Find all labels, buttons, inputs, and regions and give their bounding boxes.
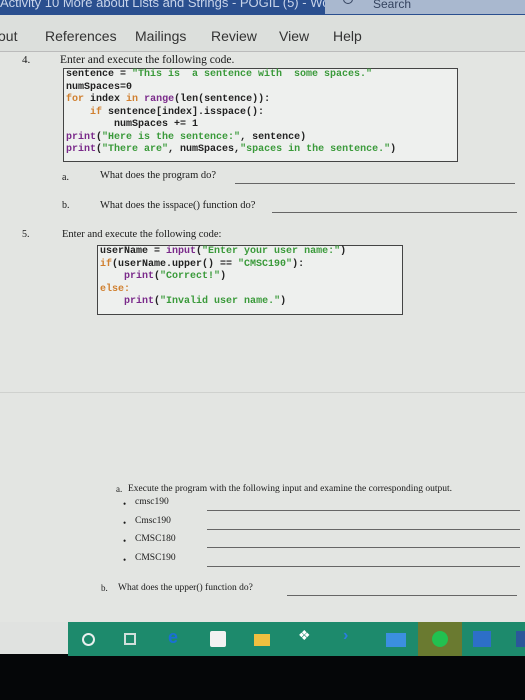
- code-line: print("Correct!"): [124, 271, 227, 282]
- bullet: •: [123, 536, 127, 546]
- vscode-icon[interactable]: ›: [343, 627, 359, 644]
- code-line: sentence = "This is a sentence with some…: [66, 69, 373, 80]
- search-placeholder: Search: [373, 0, 412, 11]
- file-explorer-icon[interactable]: [254, 634, 270, 646]
- bullet: •: [123, 499, 127, 509]
- q5a-text: Execute the program with the following i…: [128, 484, 452, 494]
- code-line: if(userName.upper() == "CMSC190"):: [100, 258, 305, 270]
- q4-prompt: Enter and execute the following code.: [60, 54, 235, 66]
- answer-line[interactable]: [207, 529, 520, 530]
- input-item: CMSC180: [135, 534, 176, 544]
- code-line: numSpaces=0: [66, 81, 133, 93]
- q4a-label: a.: [62, 172, 69, 183]
- cortana-icon[interactable]: [82, 633, 95, 646]
- answer-line[interactable]: [272, 212, 517, 213]
- code-line: print("Here is the sentence:", sentence): [66, 131, 307, 143]
- input-item: Cmsc190: [135, 516, 171, 526]
- q4b-text: What does the isspace() function do?: [100, 200, 256, 211]
- q5-prompt: Enter and execute the following code:: [62, 229, 222, 240]
- search-icon: [343, 0, 353, 4]
- answer-line[interactable]: [235, 183, 515, 184]
- tab-review[interactable]: Review: [211, 28, 257, 44]
- photos-icon[interactable]: [473, 631, 491, 647]
- document-page[interactable]: 4. Enter and execute the following code.…: [0, 52, 525, 622]
- q4b-label: b.: [62, 200, 70, 211]
- page-break: [0, 392, 525, 393]
- code-line: userName = input("Enter your user name:"…: [100, 246, 347, 257]
- spotify-tile: [418, 622, 462, 656]
- code-line: for index in range(len(sentence)):: [66, 94, 271, 105]
- tab-mailings[interactable]: Mailings: [135, 28, 186, 44]
- search-box[interactable]: Search: [325, 0, 525, 14]
- q4a-text: What does the program do?: [100, 170, 217, 181]
- q4-code-box: sentence = "This is a sentence with some…: [63, 68, 458, 162]
- code-line: numSpaces += 1: [66, 119, 199, 130]
- code-line: print("Invalid user name."): [124, 296, 287, 307]
- code-line: else:: [100, 283, 131, 295]
- store-icon[interactable]: [210, 631, 226, 647]
- input-item: CMSC190: [135, 553, 176, 563]
- tab-references[interactable]: References: [45, 28, 117, 44]
- taskbar-search-area[interactable]: [0, 622, 68, 654]
- q5-code-box: userName = input("Enter your user name:"…: [97, 245, 403, 315]
- tab-layout[interactable]: out: [0, 28, 17, 44]
- code-line: if sentence[index].isspace():: [90, 106, 265, 118]
- mail-icon[interactable]: [386, 633, 406, 647]
- spotify-icon[interactable]: [432, 631, 448, 647]
- q5-number: 5.: [22, 229, 30, 240]
- task-view-icon[interactable]: [124, 633, 136, 645]
- answer-line[interactable]: [207, 547, 520, 548]
- dropbox-icon[interactable]: ❖: [298, 628, 314, 644]
- answer-line[interactable]: [287, 595, 517, 596]
- bullet: •: [123, 555, 127, 565]
- input-item: cmsc190: [135, 497, 169, 507]
- taskbar: e ❖ ›: [68, 622, 525, 656]
- q5b-text: What does the upper() function do?: [118, 583, 253, 593]
- word-icon[interactable]: [516, 631, 525, 647]
- bullet: •: [123, 518, 127, 528]
- code-line: print("There are", numSpaces,"spaces in …: [66, 144, 397, 155]
- tab-view[interactable]: View: [279, 28, 309, 44]
- answer-line[interactable]: [207, 566, 520, 567]
- tab-help[interactable]: Help: [333, 28, 362, 44]
- ribbon-tabs: out References Mailings Review View Help: [0, 15, 525, 52]
- window-title: Activity 10 More about Lists and Strings…: [0, 0, 330, 10]
- q4-number: 4.: [22, 54, 31, 66]
- q5a-label: a.: [116, 484, 123, 494]
- answer-line[interactable]: [207, 510, 520, 511]
- edge-icon[interactable]: e: [168, 627, 184, 647]
- q5b-label: b.: [101, 583, 108, 593]
